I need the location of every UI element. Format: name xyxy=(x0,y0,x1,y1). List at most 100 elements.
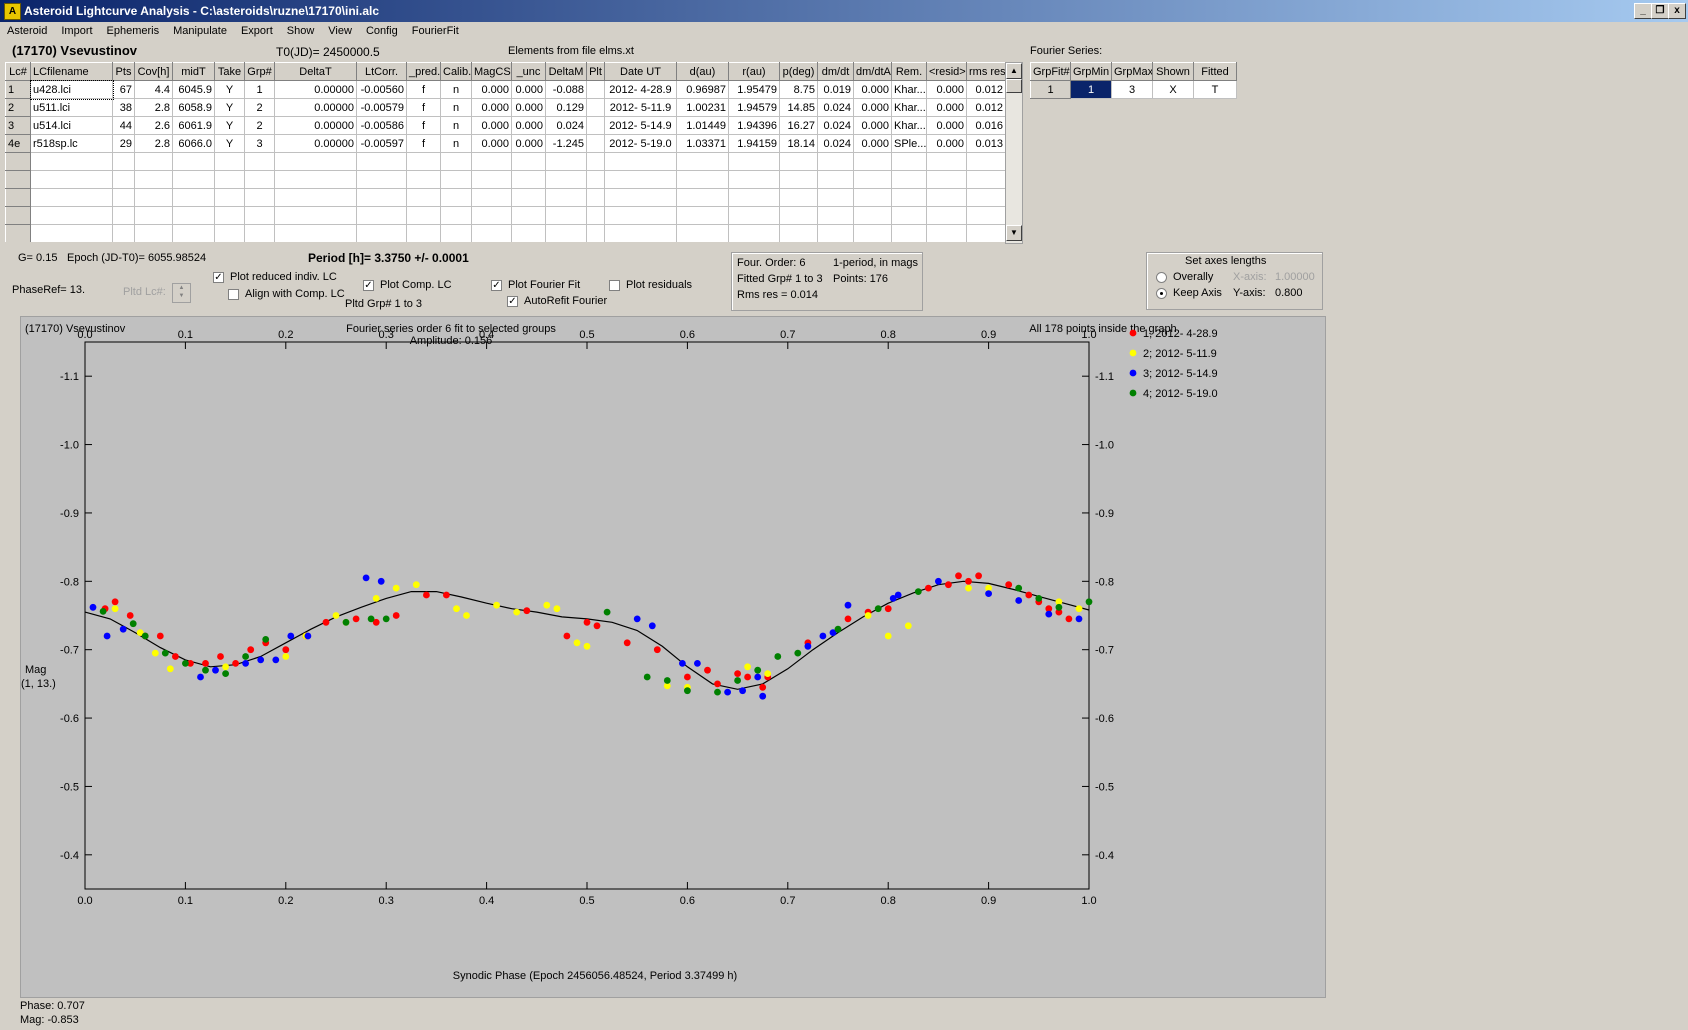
table-cell-lcfilename[interactable]: u514.lci xyxy=(30,116,113,135)
table-cell-midt[interactable]: 6066.0 xyxy=(172,134,215,153)
empty-table-cell[interactable] xyxy=(214,206,245,225)
table-cell-cov-h-[interactable]: 2.8 xyxy=(134,98,173,117)
empty-table-cell[interactable] xyxy=(511,206,546,225)
empty-table-cell[interactable] xyxy=(511,188,546,207)
col-dmdt[interactable]: dm/dt xyxy=(817,62,854,81)
empty-table-cell[interactable] xyxy=(244,188,275,207)
empty-table-cell[interactable] xyxy=(779,224,818,242)
table-cell-date-ut[interactable]: 2012- 4-28.9 xyxy=(604,80,677,99)
menu-import[interactable]: Import xyxy=(54,22,99,37)
empty-table-cell[interactable] xyxy=(966,188,1005,207)
col-ltcorr[interactable]: LtCorr. xyxy=(356,62,407,81)
col-pred[interactable]: _pred. xyxy=(406,62,441,81)
table-cell-take[interactable]: Y xyxy=(214,98,245,117)
empty-table-cell[interactable] xyxy=(926,206,967,225)
empty-table-cell[interactable] xyxy=(214,170,245,189)
table-cell--resid-[interactable]: 0.000 xyxy=(926,80,967,99)
empty-table-cell[interactable] xyxy=(853,224,892,242)
table-cell-lc-[interactable]: 3 xyxy=(5,116,31,135)
col-date-ut[interactable]: Date UT xyxy=(604,62,677,81)
empty-table-cell[interactable] xyxy=(406,152,441,171)
empty-table-row[interactable] xyxy=(5,206,1005,225)
empty-table-cell[interactable] xyxy=(853,152,892,171)
table-cell-r-au-[interactable]: 1.94159 xyxy=(728,134,780,153)
table-vertical-scrollbar[interactable]: ▲ ▼ xyxy=(1005,62,1023,244)
empty-table-cell[interactable] xyxy=(926,170,967,189)
table-cell-pts[interactable]: 67 xyxy=(112,80,135,99)
table-cell-lc-[interactable]: 1 xyxy=(5,80,31,99)
table-cell-dm-dta[interactable]: 0.000 xyxy=(853,134,892,153)
empty-table-cell[interactable] xyxy=(604,188,677,207)
empty-table-cell[interactable] xyxy=(134,188,173,207)
yaxis-value[interactable]: 0.800 xyxy=(1275,287,1303,299)
fourier-fitted-cell[interactable]: T xyxy=(1193,80,1237,99)
empty-table-cell[interactable] xyxy=(356,170,407,189)
empty-table-cell[interactable] xyxy=(172,170,215,189)
table-cell--resid-[interactable]: 0.000 xyxy=(926,134,967,153)
empty-table-cell[interactable] xyxy=(406,188,441,207)
table-cell-deltat[interactable]: 0.00000 xyxy=(274,116,357,135)
table-cell-calib-[interactable]: n xyxy=(440,80,472,99)
table-cell-calib-[interactable]: n xyxy=(440,98,472,117)
table-cell-dm-dt[interactable]: 0.024 xyxy=(817,116,854,135)
empty-table-cell[interactable] xyxy=(728,188,780,207)
col-magcs[interactable]: MagCS xyxy=(471,62,512,81)
empty-table-cell[interactable] xyxy=(274,206,357,225)
empty-table-cell[interactable] xyxy=(30,206,113,225)
table-cell-dm-dt[interactable]: 0.024 xyxy=(817,134,854,153)
empty-table-cell[interactable] xyxy=(604,206,677,225)
table-cell-magcs[interactable]: 0.000 xyxy=(471,134,512,153)
col-take[interactable]: Take xyxy=(214,62,245,81)
empty-table-cell[interactable] xyxy=(112,206,135,225)
plot-residuals-checkbox[interactable] xyxy=(609,280,620,291)
empty-table-cell[interactable] xyxy=(853,188,892,207)
col-lc-number[interactable]: Lc# xyxy=(5,62,31,81)
menu-asteroid[interactable]: Asteroid xyxy=(0,22,54,37)
empty-table-cell[interactable] xyxy=(891,206,927,225)
col-deltat[interactable]: DeltaT xyxy=(274,62,357,81)
menu-show[interactable]: Show xyxy=(280,22,322,37)
table-cell-date-ut[interactable]: 2012- 5-19.0 xyxy=(604,134,677,153)
empty-table-cell[interactable] xyxy=(214,152,245,171)
keep-axis-radio[interactable] xyxy=(1156,288,1167,299)
table-cell-magcs[interactable]: 0.000 xyxy=(471,98,512,117)
empty-table-cell[interactable] xyxy=(112,170,135,189)
empty-table-cell[interactable] xyxy=(440,224,472,242)
menu-config[interactable]: Config xyxy=(359,22,405,37)
table-cell--pred-[interactable]: f xyxy=(406,116,441,135)
table-cell--resid-[interactable]: 0.000 xyxy=(926,98,967,117)
col-grp[interactable]: Grp# xyxy=(244,62,275,81)
empty-table-cell[interactable] xyxy=(5,170,31,189)
table-cell-rms-res[interactable]: 0.016 xyxy=(966,116,1005,135)
empty-table-cell[interactable] xyxy=(274,152,357,171)
minimize-button[interactable]: _ xyxy=(1634,3,1652,19)
empty-table-cell[interactable] xyxy=(511,152,546,171)
title-bar[interactable]: A Asteroid Lightcurve Analysis - C:\aste… xyxy=(0,0,1688,22)
empty-table-cell[interactable] xyxy=(966,170,1005,189)
table-cell--unc[interactable]: 0.000 xyxy=(511,80,546,99)
close-button[interactable]: x xyxy=(1668,3,1686,19)
empty-table-cell[interactable] xyxy=(926,188,967,207)
table-cell-d-au-[interactable]: 1.00231 xyxy=(676,98,729,117)
col-plt[interactable]: Plt xyxy=(586,62,605,81)
table-cell-date-ut[interactable]: 2012- 5-14.9 xyxy=(604,116,677,135)
empty-table-cell[interactable] xyxy=(511,170,546,189)
scroll-thumb[interactable] xyxy=(1006,79,1022,93)
empty-table-cell[interactable] xyxy=(676,224,729,242)
empty-table-row[interactable] xyxy=(5,152,1005,171)
table-cell-p-deg-[interactable]: 14.85 xyxy=(779,98,818,117)
empty-table-cell[interactable] xyxy=(5,188,31,207)
table-cell-date-ut[interactable]: 2012- 5-11.9 xyxy=(604,98,677,117)
table-cell-cov-h-[interactable]: 4.4 xyxy=(134,80,173,99)
empty-table-cell[interactable] xyxy=(214,224,245,242)
empty-table-cell[interactable] xyxy=(966,224,1005,242)
table-cell-rem-[interactable]: Khar... xyxy=(891,98,927,117)
col-grpfit[interactable]: GrpFit# xyxy=(1030,62,1071,81)
empty-table-cell[interactable] xyxy=(274,224,357,242)
empty-table-cell[interactable] xyxy=(406,224,441,242)
table-cell-take[interactable]: Y xyxy=(214,134,245,153)
empty-table-cell[interactable] xyxy=(586,206,605,225)
fourier-grpmax-cell[interactable]: 3 xyxy=(1111,80,1153,99)
lightcurve-table[interactable]: Lc# LCfilename Pts Cov[h] midT Take Grp#… xyxy=(5,62,1005,242)
empty-table-cell[interactable] xyxy=(853,170,892,189)
